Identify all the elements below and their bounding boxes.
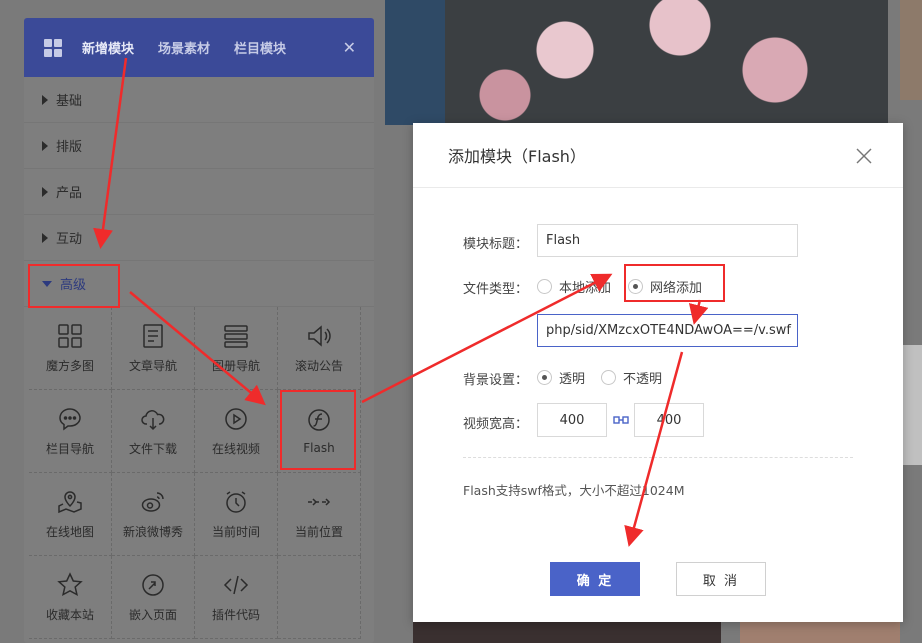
category-product[interactable]: 产品 — [24, 169, 374, 215]
tab-scene-assets[interactable]: 场景素材 — [158, 38, 210, 57]
module-label: 图册导航 — [211, 358, 260, 373]
module-article-nav[interactable]: 文章导航 — [112, 307, 195, 390]
module-label: 当前时间 — [211, 524, 260, 539]
module-online-map[interactable]: 在线地图 — [29, 473, 112, 556]
radio-transparent[interactable]: 透明 — [537, 368, 585, 387]
caret-right-icon — [42, 232, 48, 243]
map-icon — [58, 490, 82, 513]
confirm-button[interactable]: 确 定 — [550, 562, 640, 596]
location-arrows-icon — [308, 497, 331, 506]
module-label: 在线地图 — [45, 524, 94, 539]
tab-new-module[interactable]: 新增模块 — [82, 38, 134, 57]
radio-local-upload[interactable]: 本地添加 — [537, 277, 611, 296]
tab-column-module[interactable]: 栏目模块 — [234, 38, 286, 57]
module-grid-image[interactable]: 魔方多图 — [29, 307, 112, 390]
radio-circle — [537, 279, 552, 294]
module-label: 嵌入页面 — [128, 607, 177, 622]
module-embed-page[interactable]: 嵌入页面 — [112, 556, 195, 639]
module-label: 新浪微博秀 — [122, 524, 183, 539]
category-interaction[interactable]: 互动 — [24, 215, 374, 261]
category-label: 产品 — [56, 186, 83, 201]
category-label: 排版 — [56, 140, 83, 155]
weibo-icon — [141, 491, 164, 512]
category-label: 互动 — [56, 232, 83, 247]
add-flash-module-dialog: 添加模块（Flash） 模块标题： Flash 文件类型： 本地添加 网络添加 … — [413, 123, 903, 622]
clock-icon — [226, 490, 246, 513]
radio-circle — [537, 370, 552, 385]
link-ratio-icon[interactable] — [613, 414, 629, 426]
module-label: 魔方多图 — [45, 358, 94, 373]
album-nav-icon — [224, 324, 248, 348]
file-type-label: 文件类型： — [463, 282, 529, 297]
category-label: 基础 — [56, 94, 83, 109]
embed-icon — [142, 573, 164, 596]
flash-format-note: Flash支持swf格式，大小不超过1024M — [463, 483, 685, 498]
highlight-network-add — [624, 264, 725, 302]
background-setting-label: 背景设置： — [463, 373, 529, 388]
grid-image-icon — [58, 323, 82, 348]
caret-right-icon — [42, 94, 48, 105]
divider — [463, 457, 853, 458]
caret-right-icon — [42, 186, 48, 197]
highlight-advanced — [28, 264, 120, 308]
height-input[interactable]: 400 — [634, 403, 704, 437]
module-current-position[interactable]: 当前位置 — [278, 473, 361, 556]
module-label: 文件下载 — [128, 441, 177, 456]
play-icon — [225, 407, 247, 430]
flash-url-input[interactable]: php/sid/XMzcxOTE4NDAwOA==/v.swf — [537, 314, 798, 347]
module-label: 文章导航 — [128, 358, 177, 373]
module-label: 在线视频 — [211, 441, 260, 456]
video-size-label: 视频宽高： — [463, 417, 529, 432]
radio-label: 不透明 — [623, 372, 663, 387]
flower-photo — [445, 0, 888, 125]
advanced-module-grid: 魔方多图 文章导航 图册导航 滚动公告 栏目导航 文件下载 在线视频 Flash… — [24, 307, 374, 639]
background-image — [740, 622, 900, 643]
module-album-nav[interactable]: 图册导航 — [195, 307, 278, 390]
grid-icon — [44, 38, 62, 57]
radio-opaque[interactable]: 不透明 — [601, 368, 662, 387]
width-input[interactable]: 400 — [537, 403, 607, 437]
module-column-nav[interactable]: 栏目导航 — [29, 390, 112, 473]
article-nav-icon — [143, 323, 163, 348]
close-icon[interactable] — [855, 147, 873, 165]
module-title-label: 模块标题： — [463, 237, 529, 252]
background-image — [900, 0, 922, 100]
highlight-flash-module — [280, 390, 356, 470]
cloud-download-icon — [141, 409, 165, 430]
chat-bubble-icon — [59, 407, 81, 430]
background-image — [385, 0, 445, 125]
dialog-title: 添加模块（Flash） — [413, 123, 903, 188]
module-file-download[interactable]: 文件下载 — [112, 390, 195, 473]
panel-header: 新增模块 场景素材 栏目模块 ✕ — [24, 18, 374, 77]
radio-label: 透明 — [559, 372, 586, 387]
module-label: 栏目导航 — [45, 441, 94, 456]
grid-menu-button[interactable] — [24, 18, 82, 77]
module-empty-cell — [278, 556, 361, 639]
module-scroll-notice[interactable]: 滚动公告 — [278, 307, 361, 390]
module-plugin-code[interactable]: 插件代码 — [195, 556, 278, 639]
module-bookmark-site[interactable]: 收藏本站 — [29, 556, 112, 639]
module-label: 滚动公告 — [294, 358, 343, 373]
radio-label: 本地添加 — [559, 281, 612, 296]
category-basic[interactable]: 基础 — [24, 77, 374, 123]
star-icon — [57, 571, 83, 596]
panel-close-icon[interactable]: ✕ — [343, 38, 356, 57]
module-online-video[interactable]: 在线视频 — [195, 390, 278, 473]
caret-right-icon — [42, 140, 48, 151]
module-label: 收藏本站 — [45, 607, 94, 622]
module-label: 插件代码 — [211, 607, 260, 622]
module-title-input[interactable]: Flash — [537, 224, 798, 257]
cancel-button[interactable]: 取 消 — [676, 562, 766, 596]
radio-circle — [601, 370, 616, 385]
module-current-time[interactable]: 当前时间 — [195, 473, 278, 556]
module-label: 当前位置 — [294, 524, 343, 539]
category-layout[interactable]: 排版 — [24, 123, 374, 169]
background-image — [413, 622, 721, 643]
module-weibo[interactable]: 新浪微博秀 — [112, 473, 195, 556]
speaker-icon — [308, 324, 331, 347]
background-image — [903, 345, 922, 465]
code-icon — [223, 575, 249, 594]
module-panel: 新增模块 场景素材 栏目模块 ✕ 基础 排版 产品 互动 高级 魔方多图 文章导… — [24, 18, 374, 643]
